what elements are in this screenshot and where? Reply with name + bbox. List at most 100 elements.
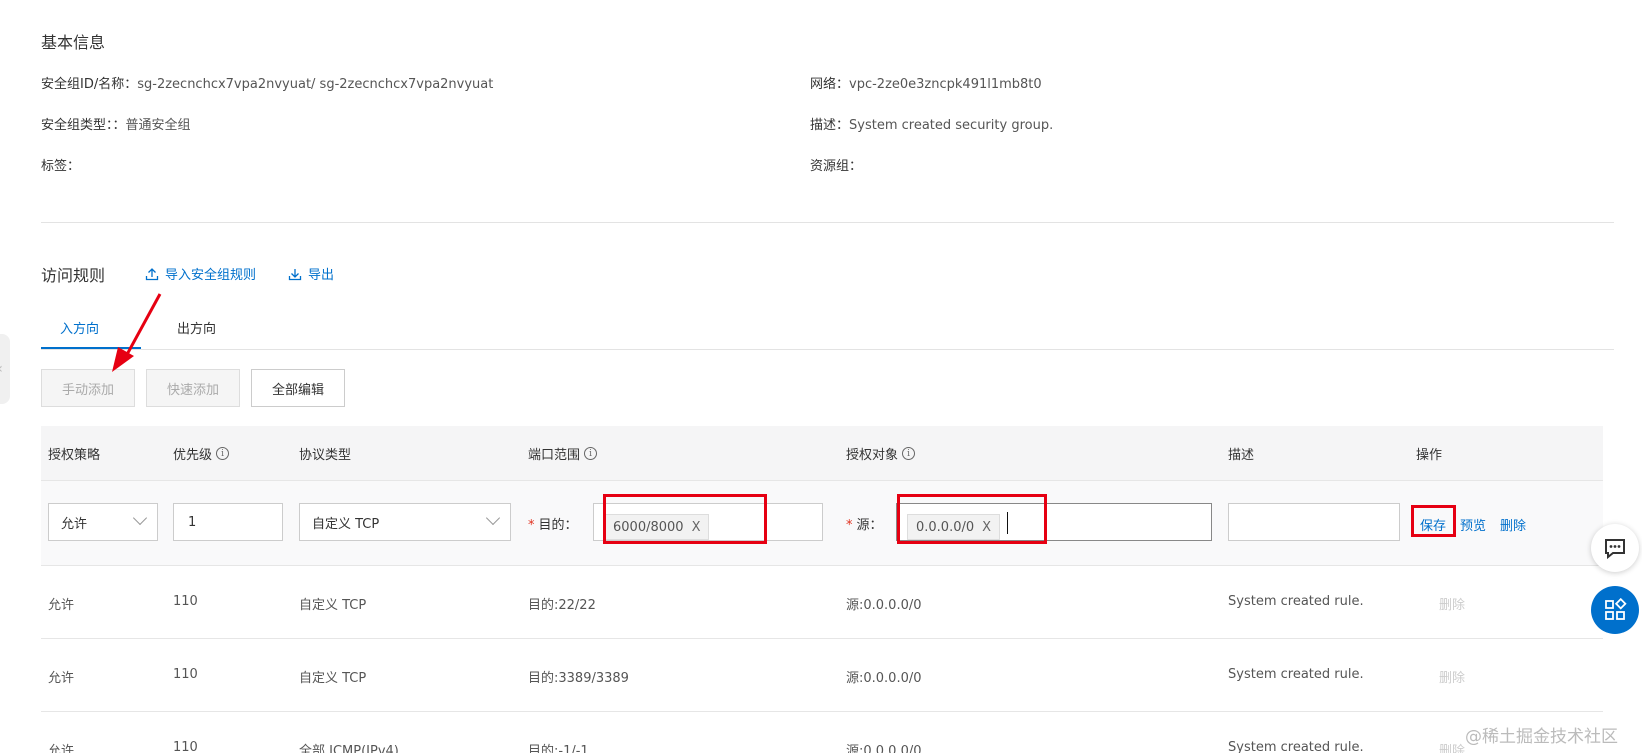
- dest-port-label-text: 目的：: [538, 518, 578, 533]
- network-value: vpc-2ze0e3zncpk491l1mb8t0: [849, 77, 1042, 92]
- access-rules-title: 访问规则: [41, 266, 106, 285]
- header-description: 描述: [1228, 444, 1254, 463]
- source-label: * 源：: [846, 514, 883, 533]
- header-port-range-label: 端口范围: [528, 448, 581, 463]
- apps-icon: [1605, 598, 1627, 620]
- chevron-down-icon: [485, 510, 501, 526]
- priority-input[interactable]: 1: [173, 503, 283, 541]
- row-priority: 110: [173, 594, 198, 609]
- resource-group-row: 资源组：: [810, 155, 862, 174]
- tab-inbound[interactable]: 入方向: [60, 318, 99, 337]
- chat-icon: [1605, 539, 1625, 560]
- save-highlight-box: [1411, 505, 1456, 537]
- header-auth-object: 授权对象 i: [846, 444, 916, 463]
- priority-input-value: 1: [188, 514, 197, 530]
- header-policy-label: 授权策略: [48, 448, 101, 463]
- row-source: 源:0.0.0.0/0: [846, 598, 922, 613]
- table-row: 允许 110 自定义 TCP 目的:22/22 源:0.0.0.0/0 Syst…: [41, 566, 1603, 639]
- quick-add-button[interactable]: 快速添加: [146, 369, 240, 407]
- sg-type-value: 普通安全组: [125, 118, 191, 133]
- port-highlight-box: [603, 494, 767, 544]
- export-label: 导出: [308, 268, 335, 283]
- active-tab-indicator: [41, 347, 141, 349]
- table-header: 授权策略 优先级 i 协议类型 端口范围 i 授权对象 i 描述 操作: [41, 426, 1603, 481]
- row-source: 源:0.0.0.0/0: [846, 744, 922, 753]
- header-port-range: 端口范围 i: [528, 444, 598, 463]
- row-protocol: 全部 ICMP(IPv4): [299, 744, 399, 753]
- delete-button[interactable]: 删除: [1500, 515, 1526, 534]
- manual-add-button[interactable]: 手动添加: [41, 369, 135, 407]
- direction-tabs: 入方向 出方向: [41, 310, 1614, 350]
- resource-group-label: 资源组：: [810, 159, 863, 174]
- new-rule-edit-row: 允许 1 自定义 TCP * 目的： 6000/8000 X * 源： 0.0.0.…: [41, 481, 1603, 566]
- network-label: 网络：: [810, 77, 850, 92]
- row-policy: 允许: [48, 671, 75, 686]
- description-input[interactable]: [1228, 503, 1400, 541]
- row-protocol: 自定义 TCP: [299, 598, 367, 613]
- info-icon[interactable]: i: [584, 447, 598, 460]
- dest-port-label: * 目的：: [528, 514, 578, 533]
- table-row: 允许 110 全部 ICMP(IPv4) 目的:-1/-1 源:0.0.0.0/…: [41, 712, 1603, 753]
- apps-float-button[interactable]: [1591, 586, 1639, 634]
- import-rules-link[interactable]: 导入安全组规则: [145, 264, 256, 283]
- tab-outbound[interactable]: 出方向: [177, 318, 216, 337]
- source-highlight-box: [897, 494, 1047, 544]
- row-policy: 允许: [48, 598, 75, 613]
- sg-type-label: 安全组类型：：: [41, 118, 126, 133]
- header-protocol: 协议类型: [299, 444, 351, 463]
- required-star: *: [528, 518, 535, 533]
- header-protocol-label: 协议类型: [299, 448, 352, 463]
- info-icon[interactable]: i: [902, 447, 916, 460]
- row-delete-button[interactable]: 删除: [1439, 740, 1465, 753]
- sidebar-collapse-tab[interactable]: ‹: [0, 334, 10, 404]
- description-value: System created security group.: [849, 118, 1054, 133]
- sg-type-row: 安全组类型：：普通安全组: [41, 114, 191, 133]
- row-port: 目的:-1/-1: [528, 744, 589, 753]
- sg-id-row: 安全组ID/名称：sg-2zecnchcx7vpa2nvyuat/ sg-2ze…: [41, 73, 493, 92]
- header-priority-label: 优先级: [173, 448, 213, 463]
- description-label: 描述：: [810, 118, 850, 133]
- basic-info-title: 基本信息: [41, 33, 106, 52]
- row-delete-button[interactable]: 删除: [1439, 667, 1465, 686]
- info-icon[interactable]: i: [216, 447, 230, 460]
- row-delete-button[interactable]: 删除: [1439, 594, 1465, 613]
- row-priority: 110: [173, 740, 198, 753]
- required-star: *: [846, 518, 853, 533]
- row-protocol: 自定义 TCP: [299, 671, 367, 686]
- sg-id-value: sg-2zecnchcx7vpa2nvyuat/ sg-2zecnchcx7vp…: [137, 77, 494, 92]
- table-row: 允许 110 自定义 TCP 目的:3389/3389 源:0.0.0.0/0 …: [41, 639, 1603, 712]
- edit-all-button[interactable]: 全部编辑: [251, 369, 345, 407]
- row-description: System created rule.: [1228, 740, 1364, 753]
- policy-select-value: 允许: [61, 516, 88, 532]
- tags-label: 标签：: [41, 159, 81, 174]
- row-policy: 允许: [48, 744, 75, 753]
- download-icon: [288, 268, 302, 280]
- tags-row: 标签：: [41, 155, 80, 174]
- import-rules-label: 导入安全组规则: [165, 268, 257, 283]
- protocol-select[interactable]: 自定义 TCP: [299, 503, 511, 541]
- row-port: 目的:22/22: [528, 598, 596, 613]
- header-description-label: 描述: [1228, 448, 1255, 463]
- protocol-select-value: 自定义 TCP: [312, 516, 380, 532]
- chevron-down-icon: [132, 510, 148, 526]
- row-description: System created rule.: [1228, 667, 1364, 682]
- description-row: 描述：System created security group.: [810, 114, 1053, 133]
- watermark: @稀土掘金技术社区: [1465, 727, 1618, 747]
- sg-id-label: 安全组ID/名称：: [41, 77, 138, 92]
- row-description: System created rule.: [1228, 594, 1364, 609]
- header-auth-object-label: 授权对象: [846, 448, 899, 463]
- row-source: 源:0.0.0.0/0: [846, 671, 922, 686]
- header-priority: 优先级 i: [173, 444, 230, 463]
- source-label-text: 源：: [856, 518, 883, 533]
- network-row: 网络：vpc-2ze0e3zncpk491l1mb8t0: [810, 73, 1042, 92]
- header-actions: 操作: [1416, 444, 1442, 463]
- header-policy: 授权策略: [48, 444, 100, 463]
- preview-button[interactable]: 预览: [1460, 515, 1486, 534]
- section-divider: [41, 222, 1614, 223]
- feedback-float-button[interactable]: [1591, 524, 1639, 572]
- export-link[interactable]: 导出: [288, 264, 334, 283]
- header-actions-label: 操作: [1416, 448, 1443, 463]
- policy-select[interactable]: 允许: [48, 503, 158, 541]
- upload-icon: [145, 267, 159, 280]
- row-port: 目的:3389/3389: [528, 671, 629, 686]
